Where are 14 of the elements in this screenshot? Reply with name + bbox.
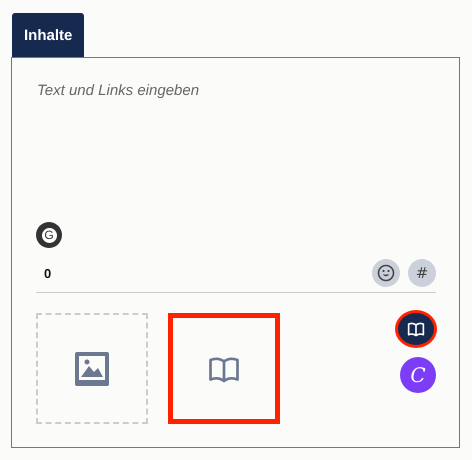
image-upload-tile[interactable]: [36, 313, 148, 424]
character-counter: 0: [44, 266, 52, 280]
emoji-button[interactable]: [372, 259, 400, 287]
tab[interactable]: Inhalte: [12, 13, 84, 57]
editor-field[interactable]: Text und Links eingeben G 0 # C: [11, 57, 460, 448]
text-input-field[interactable]: Text und Links eingeben: [36, 82, 436, 208]
hashtag-button[interactable]: #: [408, 259, 436, 287]
image-icon: [74, 350, 110, 386]
grammar-badge[interactable]: G: [36, 222, 62, 248]
book-button[interactable]: [398, 313, 434, 345]
book-icon: [406, 320, 426, 338]
smiley-icon: [377, 264, 395, 282]
book-tile[interactable]: [168, 313, 280, 424]
canva-button[interactable]: C: [400, 357, 436, 393]
